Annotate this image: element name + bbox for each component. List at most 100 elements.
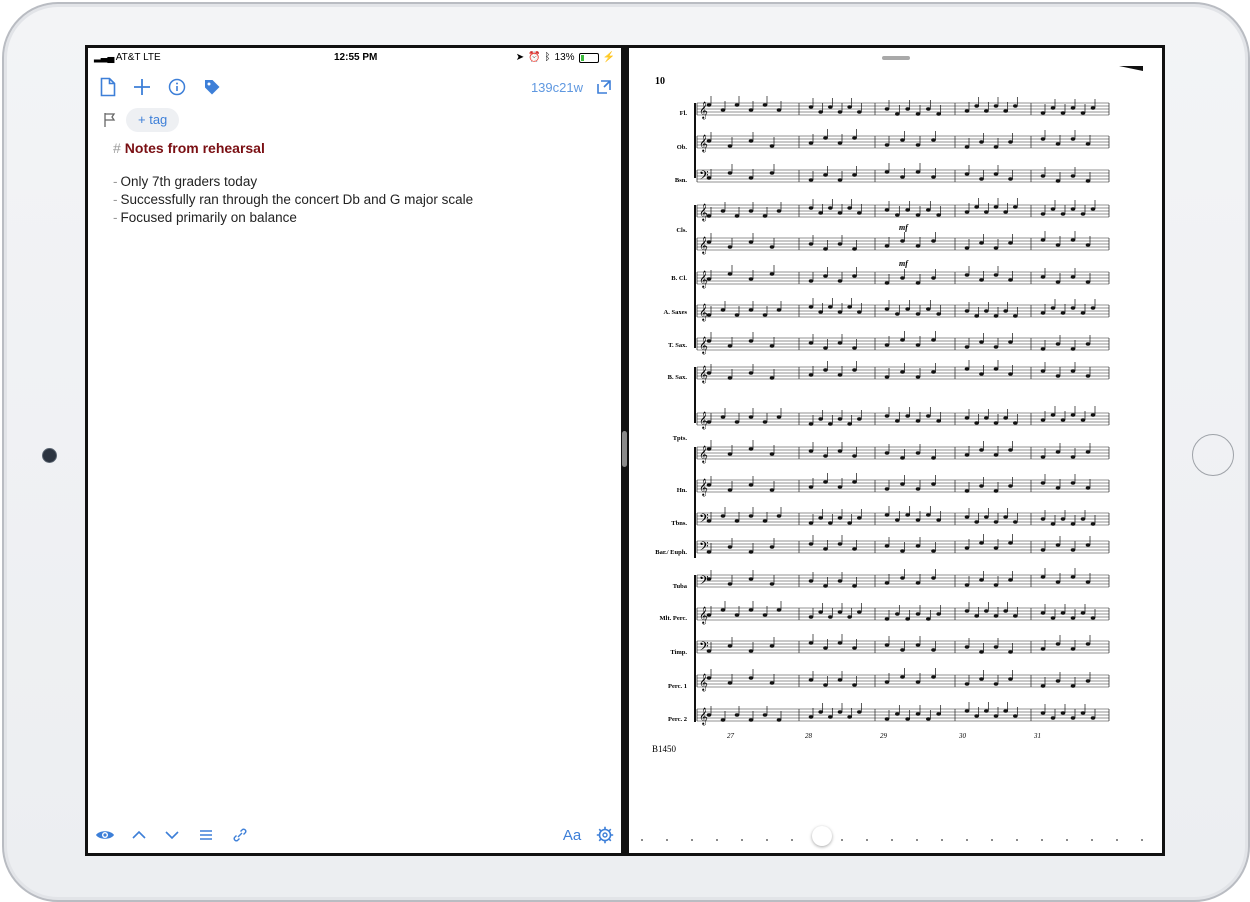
note-head xyxy=(808,521,814,525)
expand-button[interactable] xyxy=(591,74,617,100)
preview-button[interactable] xyxy=(93,823,117,847)
note-head xyxy=(727,452,733,456)
note-head xyxy=(837,178,843,182)
new-note-button[interactable] xyxy=(129,74,155,100)
note-head xyxy=(828,422,833,426)
note-head xyxy=(926,208,931,212)
note-head xyxy=(762,313,768,317)
add-tag-button[interactable]: + tag xyxy=(126,108,180,132)
note-head xyxy=(852,480,857,484)
note-head xyxy=(979,372,984,376)
note-head xyxy=(979,340,984,344)
note-head xyxy=(895,213,900,217)
note-head xyxy=(993,583,999,587)
font-settings-button[interactable]: Aa xyxy=(560,823,584,847)
link-button[interactable] xyxy=(228,823,252,847)
list-button[interactable] xyxy=(194,823,218,847)
note-head xyxy=(823,646,828,650)
note-head xyxy=(926,513,931,517)
note-head xyxy=(1040,611,1046,615)
note-head xyxy=(964,210,970,214)
page-scrubber-thumb[interactable] xyxy=(812,826,832,846)
note-head xyxy=(1070,616,1076,620)
note-head xyxy=(762,713,768,717)
note-head xyxy=(964,273,970,277)
notes-list-button[interactable] xyxy=(95,74,121,100)
note-head xyxy=(915,487,921,491)
alarm-icon: ⏰ xyxy=(528,52,541,63)
note-head xyxy=(852,683,857,687)
note-head xyxy=(727,582,733,586)
note-head xyxy=(993,453,999,457)
note-head xyxy=(1008,650,1013,654)
note-head xyxy=(884,680,890,684)
instrument-label: B. Sax. xyxy=(668,374,688,381)
note-head xyxy=(1050,616,1056,620)
note-head xyxy=(847,105,852,109)
note-head xyxy=(895,612,900,616)
note-head xyxy=(974,421,979,425)
note-head xyxy=(964,145,970,149)
note-head xyxy=(1085,642,1091,646)
clef-mark: 𝄢 xyxy=(699,539,709,557)
note-head xyxy=(776,308,782,312)
note-head xyxy=(748,371,754,375)
instrument-label: Tuba xyxy=(673,583,688,590)
note-head xyxy=(857,211,862,215)
note-head xyxy=(847,206,852,210)
note-head xyxy=(706,550,712,554)
dynamic-mark: mf xyxy=(899,223,909,232)
note-head xyxy=(1055,374,1061,378)
note-editor[interactable]: # Notes from rehearsal - Only 7th graders … xyxy=(113,140,603,228)
note-head xyxy=(706,240,712,244)
note-head xyxy=(1080,311,1086,315)
note-head xyxy=(895,112,900,116)
note-head xyxy=(852,584,857,588)
note-head xyxy=(762,420,768,424)
note-head xyxy=(1003,515,1008,519)
note-head xyxy=(905,414,910,418)
note-head xyxy=(720,415,726,419)
note-head xyxy=(964,345,970,349)
page-scrubber-track[interactable] xyxy=(629,832,1162,848)
note-head xyxy=(900,648,905,652)
note-head xyxy=(727,144,733,148)
note-head xyxy=(720,514,726,518)
note-head xyxy=(931,549,936,553)
note-head xyxy=(808,141,814,145)
note-head xyxy=(1080,611,1086,615)
note-head xyxy=(706,214,712,218)
note-head xyxy=(936,112,941,116)
note-head xyxy=(931,239,936,243)
home-button[interactable] xyxy=(1192,434,1234,476)
note-head xyxy=(1070,347,1076,351)
instrument-label: Bar./ Euph. xyxy=(655,549,687,556)
location-icon: ➤ xyxy=(515,52,525,63)
note-id-label[interactable]: 139c21w xyxy=(531,80,583,95)
note-head xyxy=(847,305,852,309)
note-head xyxy=(1070,413,1076,417)
note-head xyxy=(748,483,754,487)
note-head xyxy=(706,483,712,487)
move-down-button[interactable] xyxy=(160,823,184,847)
note-head xyxy=(857,417,862,421)
settings-button[interactable] xyxy=(593,823,617,847)
move-up-button[interactable] xyxy=(127,823,151,847)
note-head xyxy=(1008,177,1013,181)
note-head xyxy=(993,205,999,209)
note-head xyxy=(884,487,890,491)
note-head xyxy=(1003,109,1008,113)
split-view-divider[interactable] xyxy=(622,431,627,467)
note-head xyxy=(1070,106,1076,110)
flag-icon[interactable] xyxy=(103,112,117,128)
note-head xyxy=(727,171,733,175)
note-head xyxy=(1003,210,1008,214)
note-head xyxy=(964,367,970,371)
note-head xyxy=(915,712,921,716)
tags-button[interactable] xyxy=(199,74,225,100)
note-head xyxy=(1085,679,1091,683)
clef-mark: 𝄞 xyxy=(699,411,708,429)
status-time: 12:55 PM xyxy=(334,52,378,63)
info-button[interactable] xyxy=(164,74,190,100)
note-head xyxy=(847,615,852,619)
